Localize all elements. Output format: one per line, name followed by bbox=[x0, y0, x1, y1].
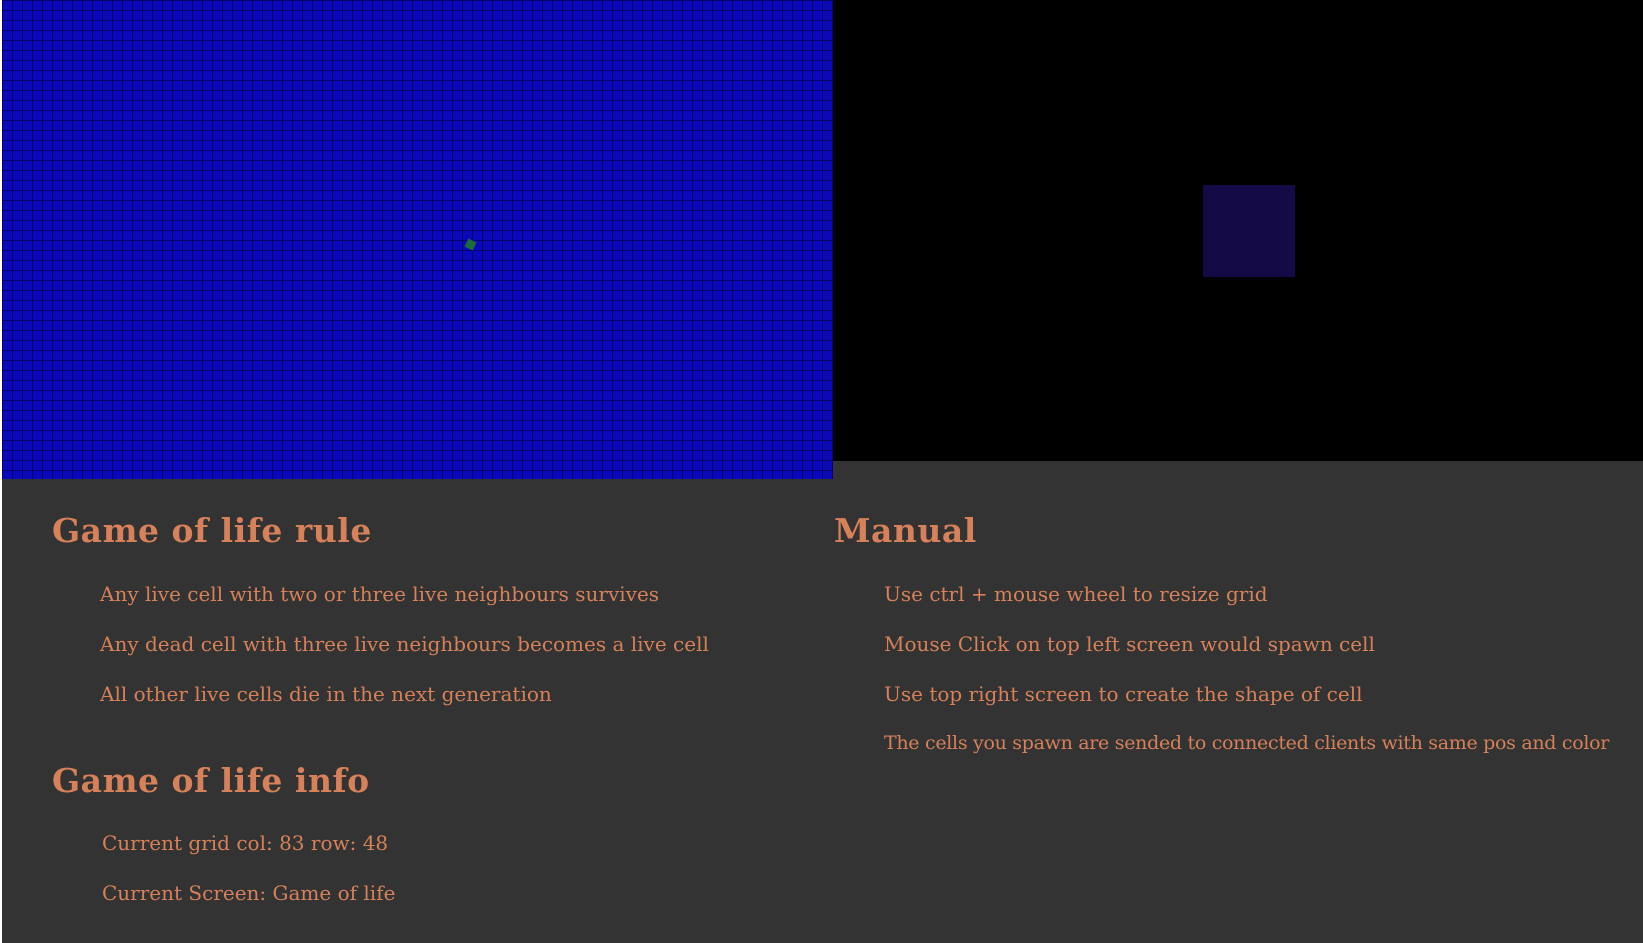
rule-item: Any live cell with two or three live nei… bbox=[100, 582, 660, 606]
rules-title: Game of life rule bbox=[52, 511, 372, 550]
info-title: Game of life info bbox=[52, 761, 370, 800]
rule-item: Any dead cell with three live neighbours… bbox=[100, 632, 709, 656]
info-panel: Game of life rule Any live cell with two… bbox=[2, 479, 1643, 943]
manual-item: The cells you spawn are sended to connec… bbox=[884, 732, 1610, 754]
shape-cell[interactable] bbox=[1203, 185, 1295, 277]
game-grid-canvas[interactable] bbox=[2, 0, 833, 479]
cell-shape-editor[interactable] bbox=[833, 0, 1643, 461]
manual-item: Use ctrl + mouse wheel to resize grid bbox=[884, 582, 1268, 606]
current-screen-info: Current Screen: Game of life bbox=[102, 881, 396, 905]
current-grid-info: Current grid col: 83 row: 48 bbox=[102, 831, 389, 855]
live-cell bbox=[464, 238, 477, 251]
manual-title: Manual bbox=[834, 511, 977, 550]
rule-item: All other live cells die in the next gen… bbox=[100, 682, 552, 706]
manual-item: Use top right screen to create the shape… bbox=[884, 682, 1363, 706]
manual-item: Mouse Click on top left screen would spa… bbox=[884, 632, 1375, 656]
info-panel-top-strip bbox=[833, 461, 1643, 479]
game-of-life-app: Game of life rule Any live cell with two… bbox=[0, 0, 1643, 943]
